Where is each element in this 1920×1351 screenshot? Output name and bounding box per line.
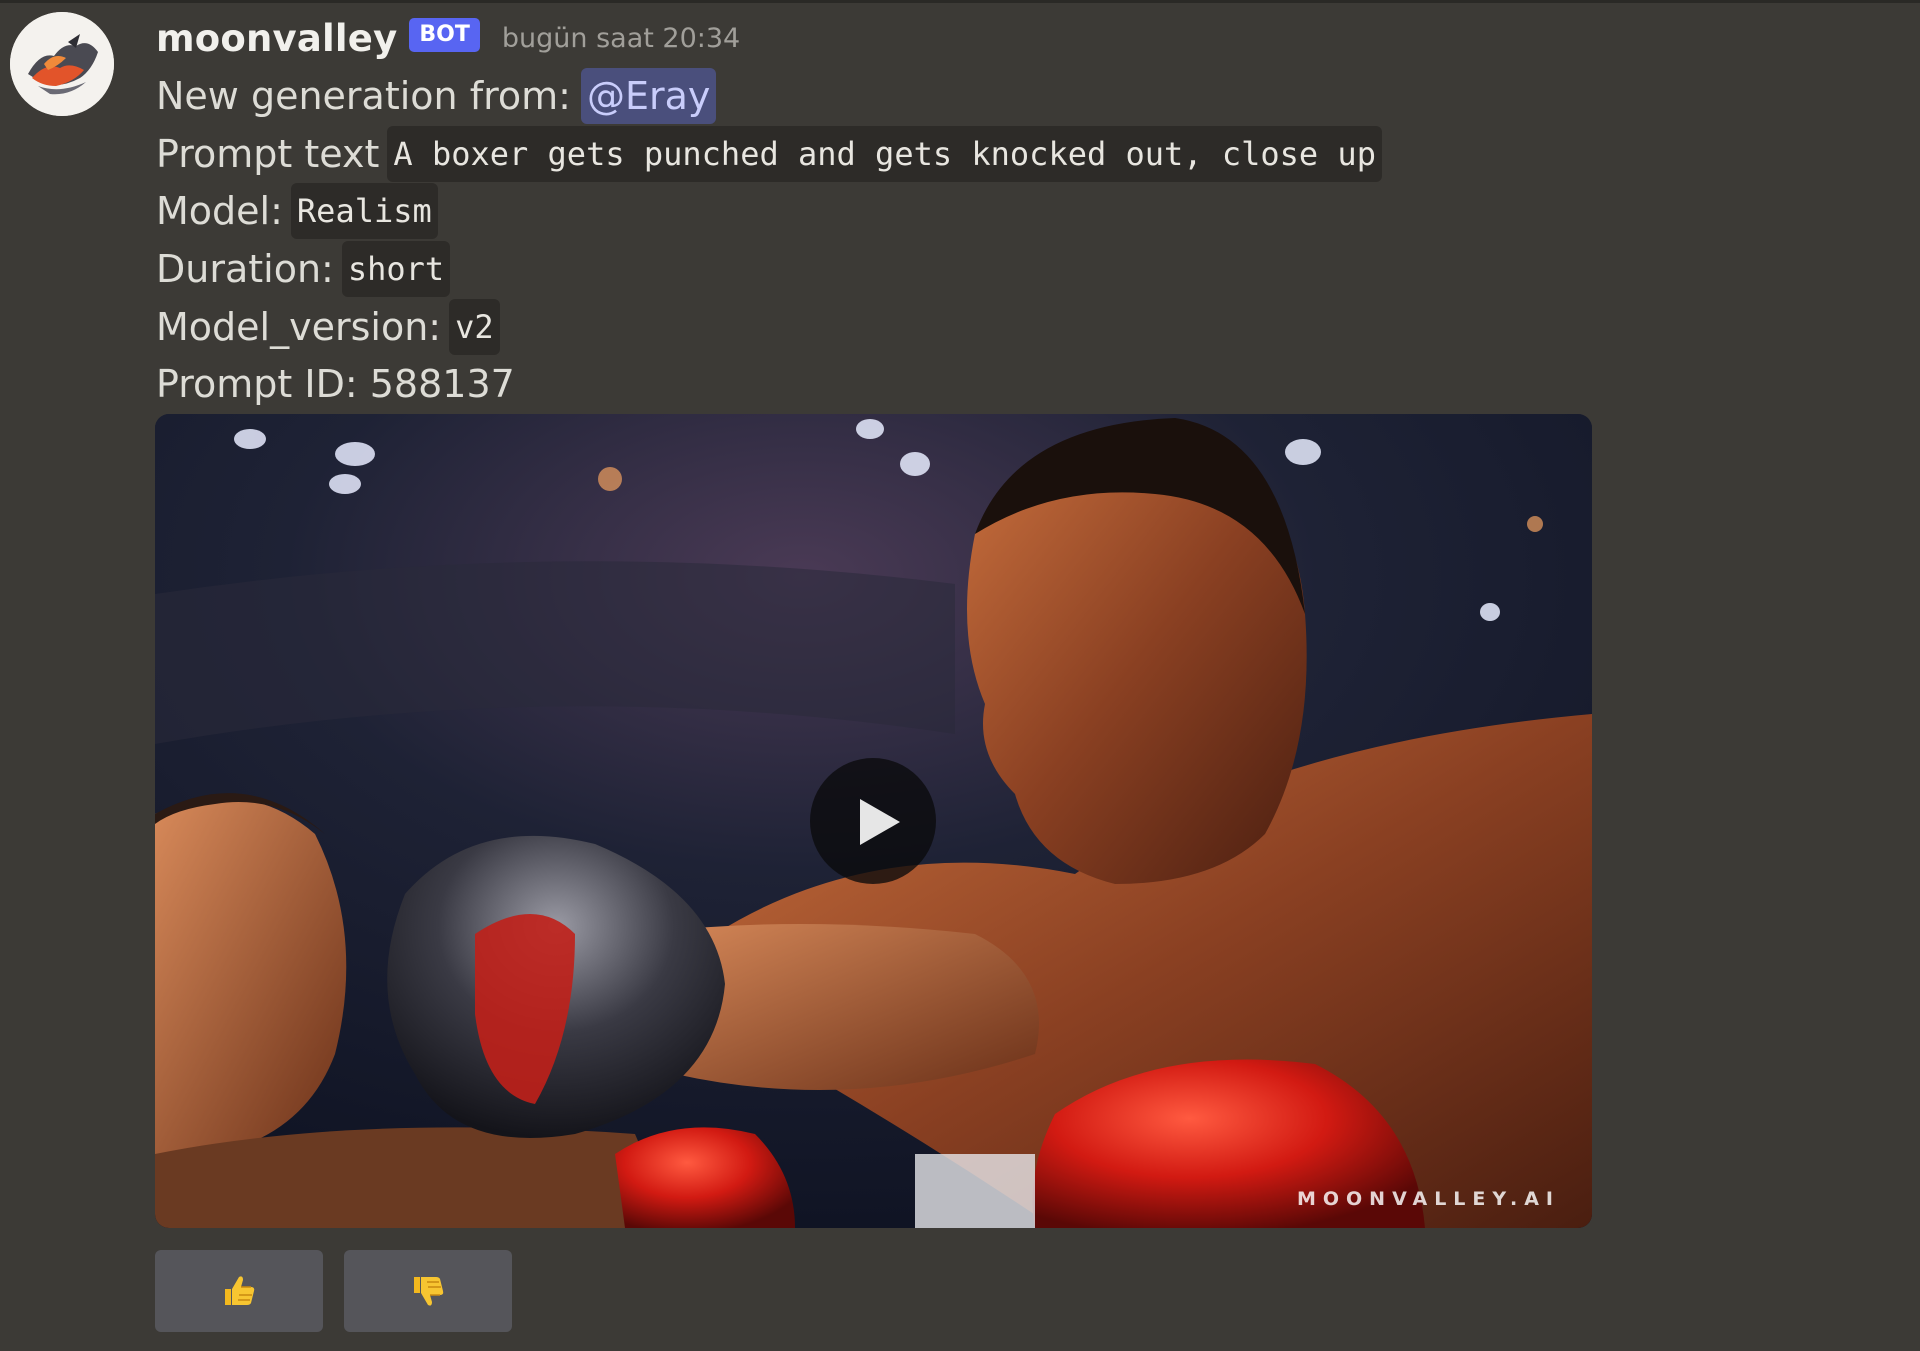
moonvalley-logo-icon [10, 12, 114, 116]
bot-badge: BOT [409, 18, 480, 52]
model-version-label: Model_version: [156, 305, 442, 349]
thumbs-up-button[interactable] [155, 1250, 323, 1332]
author-name[interactable]: moonvalley [156, 17, 397, 60]
user-mention[interactable]: @Eray [580, 68, 717, 124]
duration-line: Duration: short [156, 240, 1596, 298]
model-line: Model: Realism [156, 182, 1596, 240]
thumbs-down-icon [414, 1277, 444, 1306]
play-button[interactable] [810, 758, 936, 884]
generation-line: New generation from: @Eray [156, 66, 1596, 126]
message-timestamp[interactable]: bugün saat 20:34 [502, 23, 740, 54]
duration-value: short [341, 241, 451, 297]
video-attachment[interactable]: MOONVALLEY.AI [155, 414, 1592, 1228]
prompt-line: Prompt text A boxer gets punched and get… [156, 126, 1596, 182]
model-label: Model: [156, 189, 283, 233]
prompt-value: A boxer gets punched and gets knocked ou… [387, 126, 1382, 182]
duration-label: Duration: [156, 247, 334, 291]
prompt-label: Prompt text [156, 132, 380, 176]
prompt-id-line: Prompt ID: 588137 [156, 356, 1596, 412]
avatar[interactable] [10, 12, 114, 116]
model-version-value: v2 [449, 299, 500, 355]
message-content: moonvalley BOT bugün saat 20:34 New gene… [156, 10, 1596, 412]
thumbs-up-icon [225, 1276, 255, 1305]
model-version-line: Model_version: v2 [156, 298, 1596, 356]
message-header: moonvalley BOT bugün saat 20:34 [156, 10, 1596, 66]
thumbs-down-button[interactable] [344, 1250, 512, 1332]
model-value: Realism [290, 183, 438, 239]
generation-label: New generation from: [156, 74, 571, 118]
reaction-buttons [155, 1250, 512, 1332]
watermark: MOONVALLEY.AI [1296, 1188, 1560, 1210]
prompt-id: Prompt ID: 588137 [156, 362, 515, 406]
chat-message: moonvalley BOT bugün saat 20:34 New gene… [0, 0, 1920, 1351]
